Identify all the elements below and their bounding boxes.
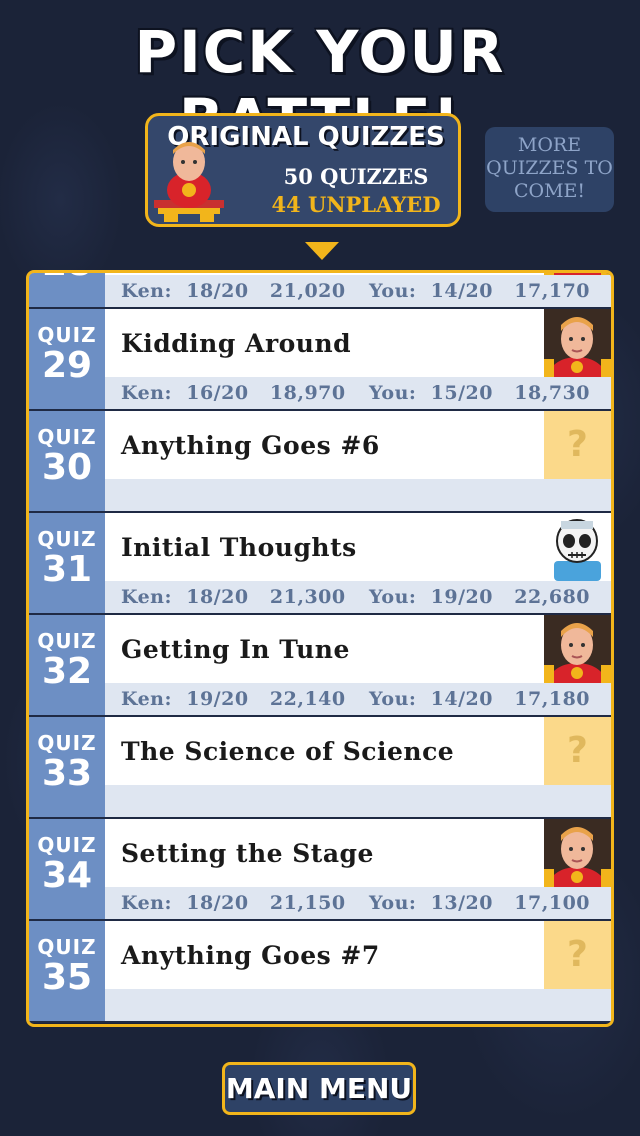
quiz-number-badge: QUIZ 35 bbox=[29, 921, 105, 1021]
pack-unplayed-count: 44 UNPLAYED bbox=[271, 192, 441, 217]
quiz-number: 35 bbox=[41, 957, 93, 998]
quiz-row[interactable]: QUIZ 29 Kidding Around Ken: 16/20 18,970 You… bbox=[29, 309, 611, 411]
score-bar bbox=[105, 479, 611, 511]
your-score: You: 13/20 17,100 bbox=[369, 892, 591, 914]
ken-score: Ken: 18/20 21,150 bbox=[121, 892, 346, 914]
quiz-number-badge: QUIZ 32 bbox=[29, 615, 105, 715]
quiz-row[interactable]: QUIZ 31 Initial Thoughts Ken: 18/20 21,300 Y… bbox=[29, 513, 611, 615]
quiz-title: Setting the Stage bbox=[121, 839, 374, 868]
quiz-label: QUIZ bbox=[37, 833, 97, 857]
quiz-number: 30 bbox=[41, 447, 93, 488]
score-bar: Ken: 18/20 21,150 You: 13/20 17,100 bbox=[105, 887, 611, 919]
score-bar: Ken: 16/20 18,970 You: 15/20 18,730 bbox=[105, 377, 611, 409]
main-menu-button[interactable]: MAIN MENU bbox=[222, 1062, 416, 1115]
quiz-number: 31 bbox=[41, 549, 93, 590]
quiz-title: Anything Goes #6 bbox=[121, 431, 380, 460]
quiz-title: Kidding Around bbox=[121, 329, 352, 358]
quiz-label: QUIZ bbox=[37, 425, 97, 449]
quiz-number-badge: QUIZ28 bbox=[29, 273, 105, 307]
quiz-number-badge: QUIZ 30 bbox=[29, 411, 105, 511]
ken-score: Ken: 16/20 18,970 bbox=[121, 382, 346, 404]
locked-question-icon: ? bbox=[544, 921, 611, 989]
original-quizzes-pack[interactable]: ORIGINAL QUIZZES 50 QUIZZES 44 UNPLAYED bbox=[145, 113, 461, 227]
quiz-number: 29 bbox=[41, 345, 93, 386]
ken-winner-icon bbox=[544, 615, 611, 683]
selected-pack-arrow-icon bbox=[305, 242, 339, 260]
quiz-label: QUIZ bbox=[37, 731, 97, 755]
quiz-title: Initial Thoughts bbox=[121, 533, 357, 562]
your-score: You: 14/20 17,180 bbox=[369, 688, 591, 710]
quiz-row[interactable]: QUIZ 35 Anything Goes #7? bbox=[29, 921, 611, 1023]
quiz-title: Getting In Tune bbox=[121, 635, 350, 664]
quiz-row[interactable]: QUIZ 33 The Science of Science? bbox=[29, 717, 611, 819]
quiz-number: 28 bbox=[29, 273, 105, 283]
quiz-label: QUIZ bbox=[37, 527, 97, 551]
quiz-list[interactable]: QUIZ28Summer Lovin'Ken: 18/20 21,020You:… bbox=[26, 270, 614, 1027]
ken-score: Ken: 18/20 21,020 bbox=[121, 280, 346, 302]
score-bar: Ken: 18/20 21,020 You: 14/20 17,170 bbox=[105, 275, 611, 307]
quiz-label: QUIZ bbox=[37, 935, 97, 959]
ken-winner-icon bbox=[544, 273, 611, 275]
quiz-number: 34 bbox=[41, 855, 93, 896]
locked-question-icon: ? bbox=[544, 717, 611, 785]
locked-question-icon: ? bbox=[544, 411, 611, 479]
your-score: You: 15/20 18,730 bbox=[369, 382, 591, 404]
quiz-title: Anything Goes #7 bbox=[121, 941, 380, 970]
quiz-label: QUIZ bbox=[37, 323, 97, 347]
skeleton-winner-icon bbox=[544, 513, 611, 581]
quiz-number-badge: QUIZ 29 bbox=[29, 309, 105, 409]
quiz-number-badge: QUIZ 33 bbox=[29, 717, 105, 817]
quiz-number-badge: QUIZ 31 bbox=[29, 513, 105, 613]
ken-mascot-icon bbox=[154, 142, 224, 222]
score-bar bbox=[105, 785, 611, 817]
quiz-row[interactable]: QUIZ28Summer Lovin'Ken: 18/20 21,020You:… bbox=[29, 273, 611, 309]
quiz-row[interactable]: QUIZ 34 Setting the Stage Ken: 18/20 21,150… bbox=[29, 819, 611, 921]
quiz-row[interactable]: QUIZ 32 Getting In Tune Ken: 19/20 22,140 Yo… bbox=[29, 615, 611, 717]
score-bar bbox=[105, 989, 611, 1021]
ken-winner-icon bbox=[544, 309, 611, 377]
more-quizzes-card: MORE QUIZZES TO COME! bbox=[485, 127, 614, 212]
ken-winner-icon bbox=[544, 819, 611, 887]
score-bar: Ken: 19/20 22,140 You: 14/20 17,180 bbox=[105, 683, 611, 715]
pack-quiz-count: 50 QUIZZES bbox=[283, 164, 429, 189]
quiz-number: 32 bbox=[41, 651, 93, 692]
quiz-number: 33 bbox=[41, 753, 93, 794]
quiz-row[interactable]: QUIZ 30 Anything Goes #6? bbox=[29, 411, 611, 513]
quiz-number-badge: QUIZ 34 bbox=[29, 819, 105, 919]
your-score: You: 19/20 22,680 bbox=[369, 586, 591, 608]
ken-score: Ken: 19/20 22,140 bbox=[121, 688, 346, 710]
score-bar: Ken: 18/20 21,300 You: 19/20 22,680 bbox=[105, 581, 611, 613]
your-score: You: 14/20 17,170 bbox=[369, 280, 591, 302]
quiz-label: QUIZ bbox=[37, 629, 97, 653]
quiz-title: The Science of Science bbox=[121, 737, 455, 766]
ken-score: Ken: 18/20 21,300 bbox=[121, 586, 346, 608]
